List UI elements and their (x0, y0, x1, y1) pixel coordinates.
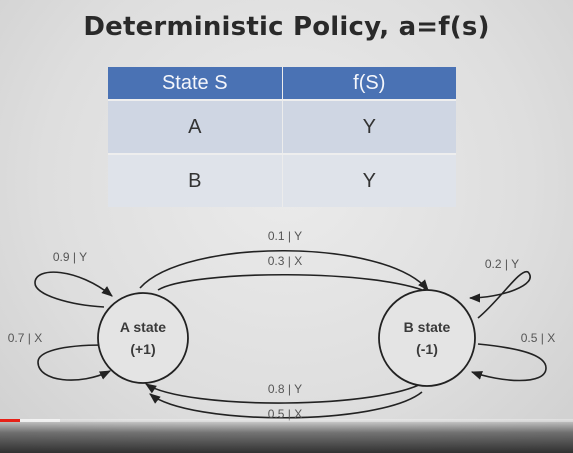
edge-label-b-to-a-top: 0.8 | Y (268, 382, 302, 396)
video-progress-bar[interactable] (0, 419, 573, 422)
node-b: B state (-1) (378, 289, 476, 387)
video-player-controls (0, 419, 573, 453)
node-b-reward: (-1) (416, 341, 438, 357)
node-a-reward: (+1) (130, 341, 155, 357)
video-played-bar (0, 419, 21, 422)
edge-b-self-lower (470, 343, 547, 382)
node-a-name: A state (120, 319, 166, 335)
node-a: A state (+1) (97, 292, 189, 384)
edge-label-a-self-top: 0.9 | Y (53, 250, 87, 264)
state-transition-diagram: A state (+1) B state (-1) 0.1 | Y 0.3 | … (8, 229, 555, 421)
edge-a-to-b-inner (157, 273, 434, 295)
edge-a-self-upper (34, 271, 113, 308)
edge-label-a-to-b-top: 0.1 | Y (268, 229, 302, 243)
edge-label-b-self-top: 0.2 | Y (485, 257, 519, 271)
edge-label-b-self-bottom: 0.5 | X (521, 331, 555, 345)
edge-label-a-to-b-bottom: 0.3 | X (268, 254, 302, 268)
edge-label-a-self-bottom: 0.7 | X (8, 331, 42, 345)
node-b-name: B state (404, 319, 451, 335)
edge-b-self-upper (468, 271, 531, 319)
